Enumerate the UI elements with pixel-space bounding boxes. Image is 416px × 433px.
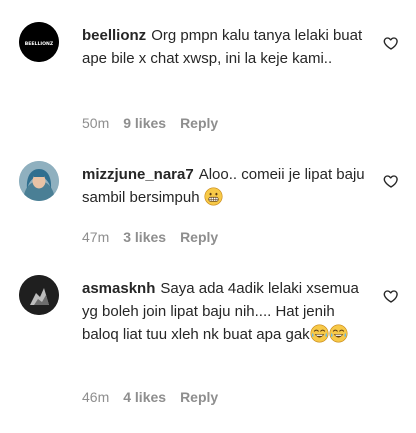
comment-body: beellionz Org pmpn kalu tanya lelaki buat… bbox=[82, 24, 372, 70]
comment-item: asmasknh Saya ada 4adik lelaki xsemua yg … bbox=[0, 260, 416, 433]
comment-item: BEELLIONZ beellionz Org pmpn kalu tanya l… bbox=[0, 0, 416, 145]
grimacing-face-icon bbox=[204, 187, 223, 206]
profile-photo-icon bbox=[19, 275, 59, 315]
tears-of-joy-face-icon bbox=[310, 324, 329, 343]
avatar[interactable]: BEELLIONZ bbox=[19, 22, 59, 62]
heart-outline-icon[interactable] bbox=[383, 35, 399, 51]
comment-meta: 47m 3 likes Reply bbox=[82, 229, 218, 245]
heart-outline-icon[interactable] bbox=[383, 173, 399, 189]
comment-likes[interactable]: 4 likes bbox=[123, 389, 166, 405]
tears-of-joy-face-icon bbox=[329, 324, 348, 343]
reply-button[interactable]: Reply bbox=[180, 229, 218, 245]
beellionz-logo-icon: BEELLIONZ bbox=[19, 22, 59, 62]
comment-username[interactable]: mizzjune_nara7 bbox=[82, 166, 194, 183]
comment-body: asmasknh Saya ada 4adik lelaki xsemua yg … bbox=[82, 277, 372, 346]
avatar[interactable] bbox=[19, 161, 59, 201]
comment-time: 46m bbox=[82, 389, 110, 405]
comment-time: 50m bbox=[82, 115, 110, 131]
comment-username[interactable]: asmasknh bbox=[82, 280, 155, 297]
svg-text:BEELLIONZ: BEELLIONZ bbox=[25, 41, 54, 47]
reply-button[interactable]: Reply bbox=[180, 115, 218, 131]
comment-item: mizzjune_nara7 Aloo.. comeii je lipat baj… bbox=[0, 145, 416, 260]
comment-username[interactable]: beellionz bbox=[82, 27, 146, 44]
comment-likes[interactable]: 9 likes bbox=[123, 115, 166, 131]
comment-likes[interactable]: 3 likes bbox=[123, 229, 166, 245]
avatar[interactable] bbox=[19, 275, 59, 315]
reply-button[interactable]: Reply bbox=[180, 389, 218, 405]
comment-meta: 46m 4 likes Reply bbox=[82, 389, 218, 405]
profile-photo-icon bbox=[19, 161, 59, 201]
heart-outline-icon[interactable] bbox=[383, 288, 399, 304]
comment-meta: 50m 9 likes Reply bbox=[82, 115, 218, 131]
comments-list: BEELLIONZ beellionz Org pmpn kalu tanya l… bbox=[0, 0, 416, 433]
comment-time: 47m bbox=[82, 229, 110, 245]
comment-body: mizzjune_nara7 Aloo.. comeii je lipat baj… bbox=[82, 163, 372, 209]
